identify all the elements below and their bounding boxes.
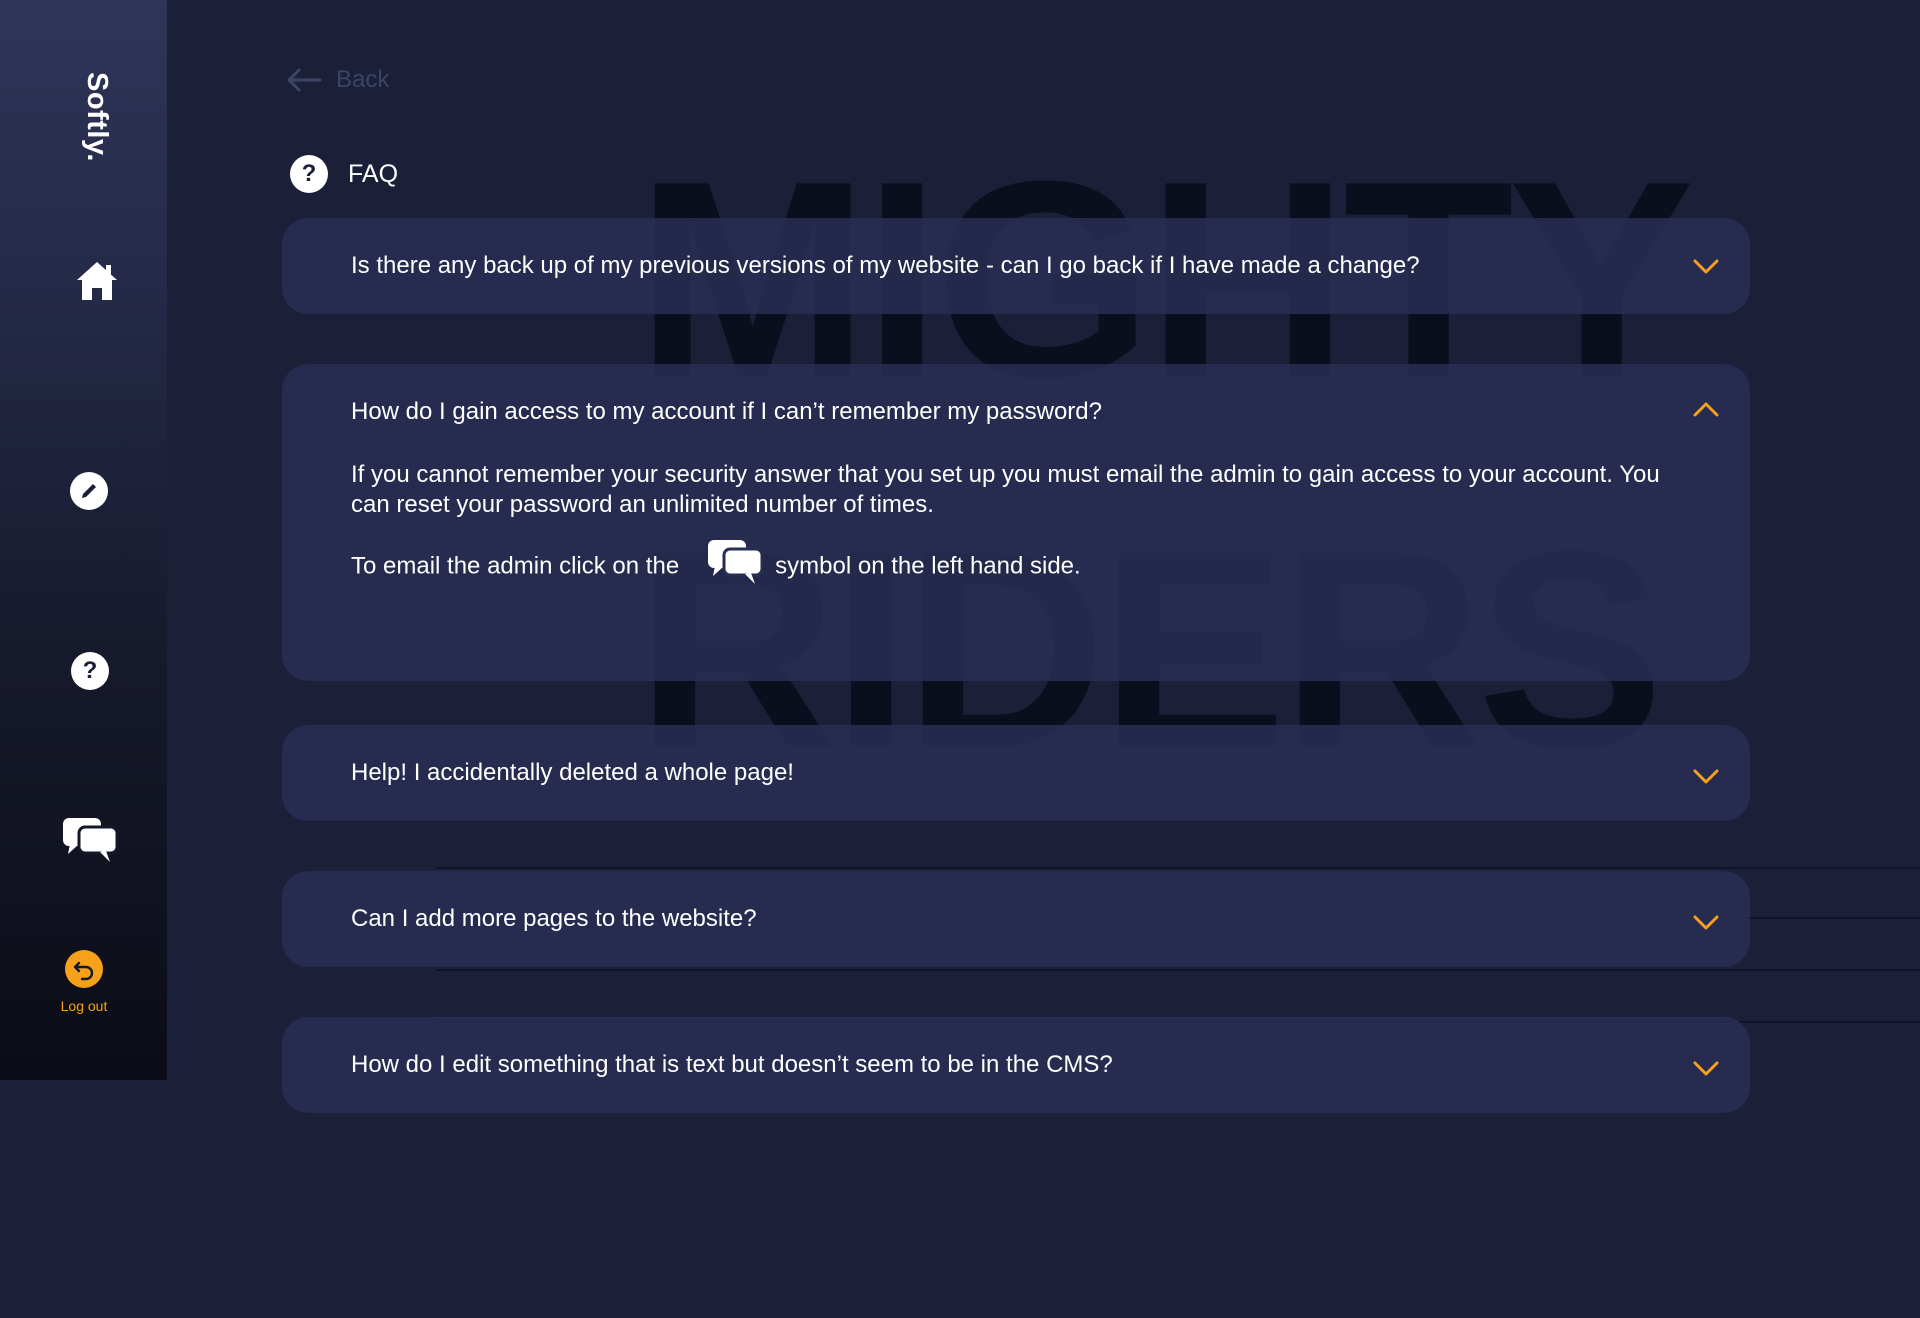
decorative-line [436, 867, 1920, 869]
page-title: ? FAQ [290, 155, 398, 193]
faq-item-header[interactable]: How do I gain access to my account if I … [282, 364, 1750, 460]
faq-answer-text-before: To email the admin click on the [351, 552, 680, 580]
sidebar-item-chat[interactable] [62, 816, 118, 864]
faq-question: How do I edit something that is text but… [351, 1051, 1113, 1078]
faq-answer-paragraph: If you cannot remember your security ans… [351, 461, 1660, 518]
faq-item: How do I edit something that is text but… [282, 1017, 1750, 1113]
faq-question: Help! I accidentally deleted a whole pag… [351, 759, 794, 786]
faq-question: Is there any back up of my previous vers… [351, 252, 1420, 279]
faq-item: Can I add more pages to the website? [282, 871, 1750, 967]
faq-item: Is there any back up of my previous vers… [282, 218, 1750, 314]
sidebar-item-edit[interactable] [70, 472, 108, 510]
chevron-up-icon[interactable] [1692, 396, 1720, 424]
faq-item-header[interactable]: Can I add more pages to the website? [282, 871, 1750, 967]
chevron-down-icon[interactable] [1692, 1054, 1720, 1082]
faq-answer-text-after: symbol on the left hand side. [775, 552, 1081, 580]
faq-item-expanded: How do I gain access to my account if I … [282, 364, 1750, 681]
brand-logo: Softly. [81, 72, 113, 162]
chat-icon [63, 818, 118, 862]
logout-button[interactable]: Log out [44, 950, 124, 1014]
sidebar: Softly. ? Log out [0, 0, 167, 1080]
decorative-line [436, 969, 1920, 971]
sidebar-item-home[interactable] [74, 258, 120, 304]
sidebar-item-help[interactable]: ? [71, 652, 109, 690]
arrow-left-icon [287, 68, 322, 92]
faq-item: Help! I accidentally deleted a whole pag… [282, 725, 1750, 821]
back-link[interactable]: Back [286, 66, 389, 94]
faq-title-label: FAQ [348, 159, 399, 188]
page: MIGHTY RIDERS Softly. ? [0, 0, 1920, 1318]
faq-answer: If you cannot remember your security ans… [282, 460, 1750, 586]
faq-question: How do I gain access to my account if I … [351, 398, 1102, 425]
faq-answer-paragraph-email: To email the admin click on the symbol o… [351, 540, 1681, 586]
question-icon: ? [290, 155, 328, 193]
logout-label: Log out [60, 998, 108, 1014]
faq-item-header[interactable]: How do I edit something that is text but… [282, 1017, 1750, 1113]
logout-icon [65, 950, 103, 988]
faq-item-header[interactable]: Help! I accidentally deleted a whole pag… [282, 725, 1750, 821]
chevron-down-icon[interactable] [1692, 908, 1720, 936]
chevron-down-icon[interactable] [1692, 762, 1720, 790]
chevron-down-icon[interactable] [1692, 252, 1720, 280]
back-label: Back [336, 66, 390, 93]
chat-icon [708, 540, 764, 584]
home-icon [77, 262, 117, 300]
faq-question: Can I add more pages to the website? [351, 905, 757, 932]
faq-item-header[interactable]: Is there any back up of my previous vers… [282, 218, 1750, 314]
question-icon: ? [82, 657, 98, 684]
pencil-icon [82, 484, 96, 498]
